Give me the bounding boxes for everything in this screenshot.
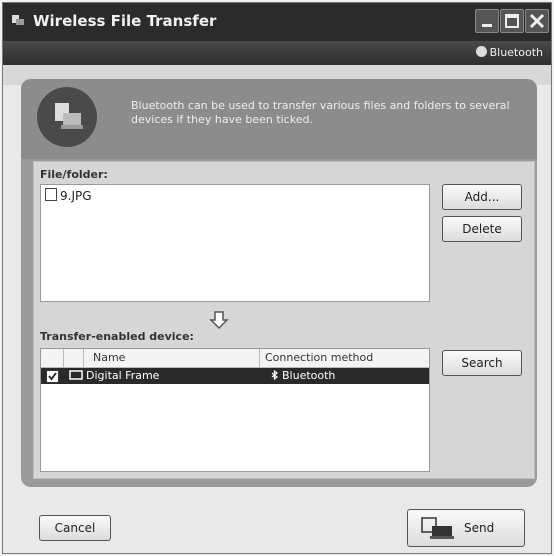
wireless-file-transfer-window: Wireless File Transfer Bluetooth Bluetoo [2, 2, 552, 554]
device-connection-label: Bluetooth [282, 369, 336, 382]
info-text: Bluetooth can be used to transfer variou… [131, 99, 510, 126]
bluetooth-brand: Bluetooth [475, 46, 543, 59]
cancel-button[interactable]: Cancel [39, 515, 111, 541]
title-bar: Wireless File Transfer Bluetooth [3, 3, 551, 65]
minimize-icon [482, 24, 492, 27]
device-table: Name Connection method Digital Frame Blu… [40, 348, 430, 472]
search-button[interactable]: Search [442, 350, 522, 376]
checkmark-icon [48, 372, 57, 381]
bluetooth-icon [271, 369, 278, 381]
maximize-button[interactable] [500, 9, 524, 33]
column-header-name[interactable]: Name [93, 351, 125, 364]
transfer-device-label: Transfer-enabled device: [40, 330, 194, 343]
delete-button[interactable]: Delete [442, 216, 522, 242]
minimize-button[interactable] [475, 9, 499, 33]
add-button[interactable]: Add... [442, 184, 522, 210]
title-subbar [3, 41, 551, 65]
column-separator [259, 349, 260, 367]
file-list[interactable]: 9.JPG [40, 184, 430, 302]
send-button[interactable]: Send [407, 509, 525, 547]
device-name: Digital Frame [69, 369, 159, 382]
maximize-icon [505, 14, 519, 28]
close-icon [529, 13, 545, 29]
device-icon [69, 370, 83, 380]
file-item[interactable]: 9.JPG [45, 188, 92, 203]
device-connection: Bluetooth [271, 369, 335, 382]
bluetooth-icon [475, 46, 487, 57]
device-table-header: Name Connection method [41, 349, 429, 368]
send-icon [421, 517, 454, 539]
transfer-icon [37, 87, 97, 147]
device-name-label: Digital Frame [86, 369, 160, 382]
device-checkbox[interactable] [46, 370, 59, 383]
app-icon [12, 15, 24, 25]
window-title: Wireless File Transfer [33, 12, 217, 30]
file-item-label: 9.JPG [60, 189, 92, 203]
main-panel: Bluetooth can be used to transfer variou… [21, 79, 537, 487]
close-button[interactable] [525, 9, 549, 33]
column-header-connection[interactable]: Connection method [265, 351, 373, 364]
bluetooth-brand-label: Bluetooth [489, 46, 543, 59]
info-header: Bluetooth can be used to transfer variou… [21, 79, 537, 159]
column-separator [83, 349, 84, 367]
column-separator [63, 349, 64, 367]
transfer-panel: File/folder: 9.JPG Add... Delete Transfe… [33, 161, 535, 479]
device-row[interactable]: Digital Frame Bluetooth [41, 368, 429, 384]
send-button-label: Send [464, 521, 495, 535]
file-folder-label: File/folder: [40, 168, 108, 181]
down-arrow-icon [209, 311, 229, 330]
file-icon [45, 188, 57, 201]
